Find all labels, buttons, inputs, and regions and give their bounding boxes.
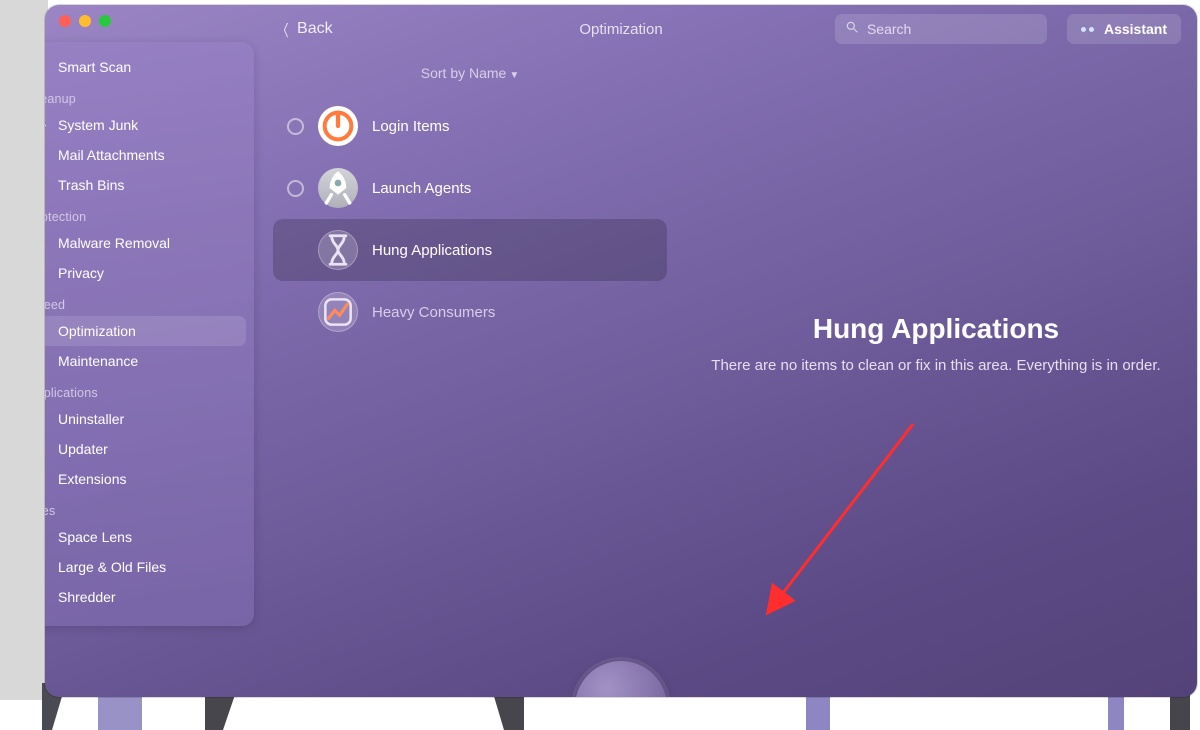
trash-icon <box>45 176 46 194</box>
sidebar-item-label: Mail Attachments <box>58 147 165 163</box>
power-icon <box>318 106 358 146</box>
sidebar-item-maintenance[interactable]: Maintenance <box>45 346 246 376</box>
sort-label: Sort by Name <box>421 65 507 81</box>
sidebar-item-label: Updater <box>58 441 108 457</box>
sidebar-item-label: Malware Removal <box>58 235 170 251</box>
sidebar-item-label: Privacy <box>58 265 104 281</box>
sidebar-item-label: Uninstaller <box>58 411 124 427</box>
minimize-window-button[interactable] <box>79 15 91 27</box>
sidebar-item-label: Shredder <box>58 589 116 605</box>
sidebar-group-label: Cleanup <box>45 82 246 110</box>
sidebar-item-label: Trash Bins <box>58 177 124 193</box>
window-controls <box>59 15 111 27</box>
shred-icon <box>45 588 46 606</box>
category-login-items[interactable]: Login Items <box>273 95 667 157</box>
search-field[interactable] <box>835 14 1047 44</box>
sliders-icon <box>45 322 46 340</box>
detail-subtitle: There are no items to clean or fix in th… <box>675 357 1197 374</box>
sort-button[interactable]: Sort by Name▼ <box>273 65 667 81</box>
mail-icon <box>45 146 46 164</box>
sidebar-item-optimization[interactable]: Optimization <box>45 316 246 346</box>
detail-title: Hung Applications <box>675 313 1197 345</box>
sidebar-item-space-lens[interactable]: Space Lens <box>45 522 246 552</box>
monitor-icon <box>45 58 46 76</box>
sidebar-item-label: Extensions <box>58 471 126 487</box>
sidebar-item-mail-attachments[interactable]: Mail Attachments <box>45 140 246 170</box>
sidebar-group-label: Files <box>45 494 246 522</box>
sidebar: Smart Scan Cleanup System Junk Mail Attachm… <box>45 42 254 626</box>
chart-icon <box>318 292 358 332</box>
hand-icon <box>45 264 46 282</box>
chevron-left-icon: 〈 <box>277 17 288 41</box>
category-label: Heavy Consumers <box>372 304 495 321</box>
assistant-button[interactable]: Assistant <box>1067 14 1181 44</box>
category-label: Login Items <box>372 118 450 135</box>
sidebar-item-smart-scan[interactable]: Smart Scan <box>45 52 246 82</box>
sidebar-item-shredder[interactable]: Shredder <box>45 582 246 612</box>
sidebar-item-label: Maintenance <box>58 353 138 369</box>
radio-icon[interactable] <box>287 118 304 135</box>
biohazard-icon <box>45 234 46 252</box>
sidebar-item-label: System Junk <box>58 117 138 133</box>
sidebar-item-label: Space Lens <box>58 529 132 545</box>
radio-icon[interactable] <box>287 180 304 197</box>
assistant-label: Assistant <box>1104 21 1167 37</box>
sidebar-item-extensions[interactable]: Extensions <box>45 464 246 494</box>
background-strip <box>0 0 48 700</box>
sidebar-group-label: Protection <box>45 200 246 228</box>
sidebar-item-label: Optimization <box>58 323 136 339</box>
sidebar-item-privacy[interactable]: Privacy <box>45 258 246 288</box>
sidebar-item-system-junk[interactable]: System Junk <box>45 110 246 140</box>
rocket-icon <box>318 168 358 208</box>
category-list: Sort by Name▼ Login Items Launch Agents Hu… <box>255 53 675 697</box>
zoom-window-button[interactable] <box>99 15 111 27</box>
assistant-dots-icon <box>1081 27 1094 32</box>
category-label: Hung Applications <box>372 242 492 259</box>
sidebar-item-label: Smart Scan <box>58 59 131 75</box>
back-button[interactable]: 〈 Back <box>275 17 333 41</box>
close-window-button[interactable] <box>59 15 71 27</box>
sidebar-group-label: Applications <box>45 376 246 404</box>
sidebar-item-label: Large & Old Files <box>58 559 166 575</box>
sidebar-item-updater[interactable]: Updater <box>45 434 246 464</box>
category-hung-applications[interactable]: Hung Applications <box>273 219 667 281</box>
chevron-down-icon: ▼ <box>509 70 519 81</box>
sidebar-group-label: Speed <box>45 288 246 316</box>
gear-icon <box>45 116 46 134</box>
puzzle-icon <box>45 470 46 488</box>
refresh-icon <box>45 440 46 458</box>
back-label: Back <box>297 20 333 38</box>
hourglass-icon <box>318 230 358 270</box>
sidebar-item-trash-bins[interactable]: Trash Bins <box>45 170 246 200</box>
wrench-icon <box>45 352 46 370</box>
sidebar-item-uninstaller[interactable]: Uninstaller <box>45 404 246 434</box>
box-icon <box>45 410 46 428</box>
app-window: 〈 Back Optimization Assistant Smart Scan… <box>45 5 1197 697</box>
folder-icon <box>45 558 46 576</box>
category-heavy-consumers[interactable]: Heavy Consumers <box>273 281 667 343</box>
lens-icon <box>45 528 46 546</box>
category-label: Launch Agents <box>372 180 471 197</box>
sidebar-item-malware-removal[interactable]: Malware Removal <box>45 228 246 258</box>
sidebar-item-large-old[interactable]: Large & Old Files <box>45 552 246 582</box>
search-icon <box>845 20 859 39</box>
search-input[interactable] <box>867 21 1048 37</box>
category-launch-agents[interactable]: Launch Agents <box>273 157 667 219</box>
detail-pane: Hung Applications There are no items to … <box>675 53 1197 697</box>
